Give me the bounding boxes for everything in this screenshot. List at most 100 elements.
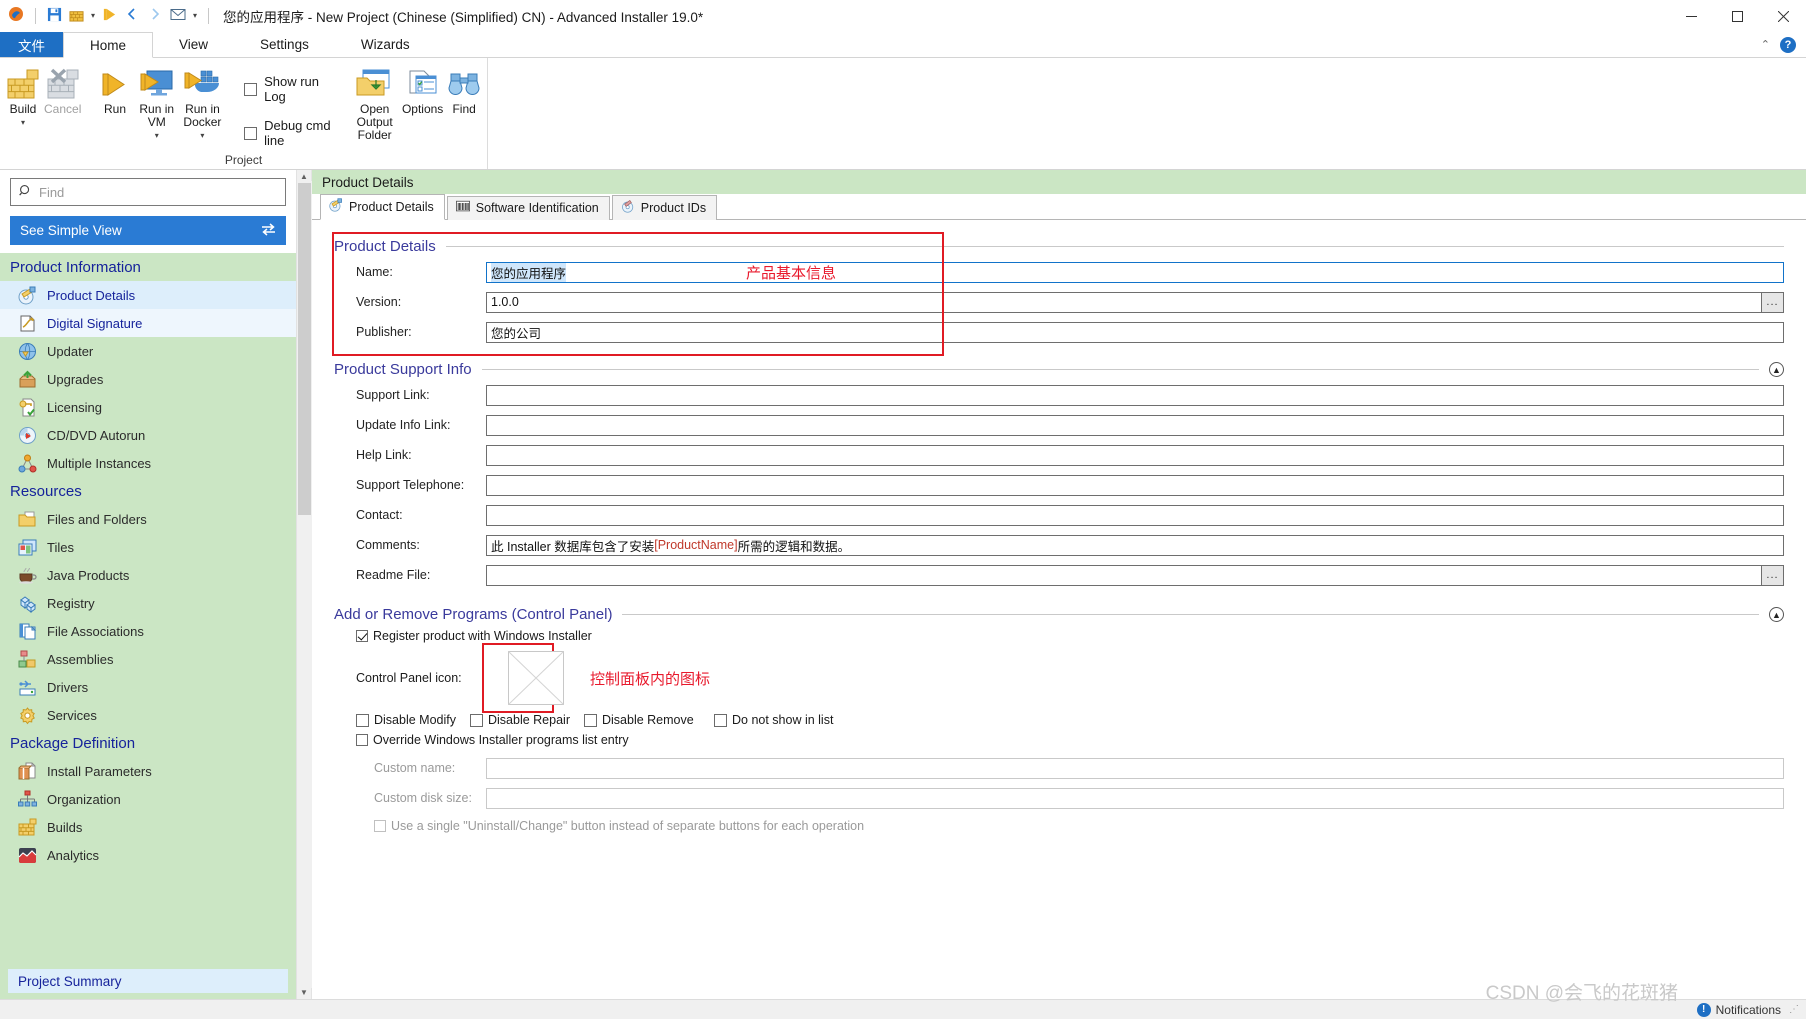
chevron-up-circle-icon[interactable]: ▲ bbox=[1769, 362, 1784, 377]
maximize-button[interactable] bbox=[1714, 0, 1760, 32]
sidebar-item-services[interactable]: Services bbox=[0, 701, 296, 729]
build-button[interactable]: Build ▾ bbox=[4, 64, 42, 131]
single-uninstall-change-checkbox[interactable]: Use a single "Uninstall/Change" button i… bbox=[334, 819, 1784, 833]
override-entry-checkbox[interactable]: Override Windows Installer programs list… bbox=[334, 733, 1784, 747]
navigation-tree[interactable]: Product Information Product Details Digi… bbox=[0, 253, 296, 999]
qat-dropdown-icon[interactable]: ▾ bbox=[193, 11, 197, 20]
build-dropdown-icon[interactable]: ▾ bbox=[91, 11, 95, 20]
forward-icon[interactable] bbox=[147, 6, 163, 25]
show-run-log-checkbox[interactable]: Show run Log bbox=[244, 74, 333, 104]
do-not-show-in-list-checkbox[interactable]: Do not show in list bbox=[714, 713, 833, 727]
back-icon[interactable] bbox=[124, 6, 140, 25]
cancel-button[interactable]: Cancel bbox=[42, 64, 83, 118]
open-output-folder-button[interactable]: Open Output Folder bbox=[349, 64, 400, 144]
chevron-up-circle-icon[interactable]: ▲ bbox=[1769, 607, 1784, 622]
ribbon-tab-home[interactable]: Home bbox=[63, 32, 154, 58]
sidebar-item-drivers[interactable]: Drivers bbox=[0, 673, 296, 701]
sidebar-item-analytics[interactable]: Analytics bbox=[0, 841, 296, 869]
build-dropdown-icon[interactable]: ▾ bbox=[21, 116, 25, 129]
comments-input[interactable]: 此 Installer 数据库包含了安装 [ProductName] 所需的逻辑… bbox=[486, 534, 1784, 556]
close-button[interactable] bbox=[1760, 0, 1806, 32]
version-input[interactable]: 1.0.0 bbox=[486, 291, 1762, 313]
chevron-up-icon[interactable]: ⌃ bbox=[1761, 38, 1770, 51]
ribbon-tab-settings[interactable]: Settings bbox=[234, 32, 335, 57]
panel-tab-strip[interactable]: Product Details Software Identification … bbox=[312, 194, 1806, 220]
options-button[interactable]: Options bbox=[400, 64, 445, 118]
sidebar-item-file-associations[interactable]: File Associations bbox=[0, 617, 296, 645]
checkbox-box bbox=[244, 126, 258, 140]
mail-icon[interactable] bbox=[170, 8, 186, 24]
window-controls[interactable] bbox=[1668, 0, 1806, 32]
see-simple-view-button[interactable]: See Simple View bbox=[10, 216, 286, 245]
sidebar-item-files-and-folders[interactable]: Files and Folders bbox=[0, 505, 296, 533]
contact-input[interactable] bbox=[486, 504, 1784, 526]
sidebar-item-digital-signature[interactable]: Digital Signature bbox=[0, 309, 296, 337]
register-product-checkbox[interactable]: Register product with Windows Installer bbox=[334, 629, 1784, 643]
sidebar-item-tiles[interactable]: Tiles bbox=[0, 533, 296, 561]
save-icon[interactable] bbox=[47, 7, 62, 25]
tab-product-details[interactable]: Product Details bbox=[320, 194, 445, 220]
sidebar-item-upgrades[interactable]: Upgrades bbox=[0, 365, 296, 393]
sidebar-item-java-products[interactable]: Java Products bbox=[0, 561, 296, 589]
control-panel-icon-preview[interactable] bbox=[508, 651, 564, 705]
scrollbar-thumb[interactable] bbox=[297, 183, 311, 515]
scroll-up-arrow-icon[interactable]: ▲ bbox=[300, 172, 308, 181]
disable-remove-checkbox[interactable]: Disable Remove bbox=[584, 713, 714, 727]
ribbon-tab-strip[interactable]: 文件 Home View Settings Wizards ⌃ ? bbox=[0, 32, 1806, 58]
build-icon[interactable] bbox=[69, 7, 84, 25]
sidebar-item-install-parameters[interactable]: Install Parameters bbox=[0, 757, 296, 785]
readme-file-browse-button[interactable]: ... bbox=[1762, 564, 1784, 586]
run-in-vm-button[interactable]: Run in VM ▾ bbox=[134, 64, 180, 144]
sidebar-item-product-details[interactable]: Product Details bbox=[0, 281, 296, 309]
ribbon-tab-view[interactable]: View bbox=[153, 32, 234, 57]
help-link-input[interactable] bbox=[486, 444, 1784, 466]
readme-file-input[interactable] bbox=[486, 564, 1762, 586]
run-button[interactable]: Run bbox=[96, 64, 134, 118]
custom-name-input[interactable] bbox=[486, 757, 1784, 779]
publisher-input[interactable]: 您的公司 bbox=[486, 321, 1784, 343]
ribbon-tab-file[interactable]: 文件 bbox=[0, 32, 63, 57]
sidebar-item-cd-dvd-autorun[interactable]: CD/DVD Autorun bbox=[0, 421, 296, 449]
field-label-publisher: Publisher: bbox=[356, 325, 412, 339]
search-input[interactable]: Find bbox=[10, 178, 286, 206]
help-icon[interactable]: ? bbox=[1780, 36, 1796, 53]
updater-icon bbox=[18, 342, 37, 361]
version-browse-button[interactable]: ... bbox=[1762, 291, 1784, 313]
project-summary-item[interactable]: Project Summary bbox=[8, 969, 288, 993]
support-telephone-input[interactable] bbox=[486, 474, 1784, 496]
nav-group-product-information: Product Information bbox=[10, 259, 141, 276]
sidebar-item-registry[interactable]: Registry bbox=[0, 589, 296, 617]
annotation-control-panel-icon: 控制面板内的图标 bbox=[590, 670, 711, 688]
sidebar-item-builds[interactable]: Builds bbox=[0, 813, 296, 841]
ribbon-tab-wizards[interactable]: Wizards bbox=[335, 32, 436, 57]
disable-repair-checkbox[interactable]: Disable Repair bbox=[470, 713, 584, 727]
sidebar-item-updater[interactable]: Updater bbox=[0, 337, 296, 365]
quick-access-toolbar[interactable]: ▾ ▾ bbox=[0, 6, 213, 25]
debug-cmd-line-checkbox[interactable]: Debug cmd line bbox=[244, 118, 333, 148]
sidebar-item-assemblies[interactable]: Assemblies bbox=[0, 645, 296, 673]
run-in-docker-dropdown-icon[interactable]: ▾ bbox=[200, 129, 204, 142]
drivers-icon bbox=[18, 678, 37, 697]
minimize-button[interactable] bbox=[1668, 0, 1714, 32]
sidebar-item-multiple-instances[interactable]: Multiple Instances bbox=[0, 449, 296, 477]
notifications-button[interactable]: ! Notifications bbox=[1696, 1002, 1781, 1017]
build-label: Build bbox=[9, 102, 37, 116]
find-button[interactable]: Find bbox=[445, 64, 483, 118]
scroll-down-arrow-icon[interactable]: ▼ bbox=[300, 988, 308, 997]
resize-grip-icon[interactable]: ⋰ bbox=[1789, 1004, 1800, 1015]
run-in-docker-button[interactable]: Run in Docker ▾ bbox=[180, 64, 226, 144]
sidebar-item-organization[interactable]: Organization bbox=[0, 785, 296, 813]
section-title-row: Add or Remove Programs (Control Panel) ▲ bbox=[334, 606, 1784, 623]
run-in-vm-dropdown-icon[interactable]: ▾ bbox=[155, 129, 159, 142]
scrollbar-track[interactable] bbox=[296, 181, 312, 988]
support-link-input[interactable] bbox=[486, 384, 1784, 406]
tab-product-ids[interactable]: Product IDs bbox=[611, 195, 718, 220]
name-input[interactable]: 您的应用程序 产品基本信息 bbox=[486, 261, 1784, 283]
disable-modify-checkbox[interactable]: Disable Modify bbox=[356, 713, 470, 727]
tab-software-identification[interactable]: Software Identification bbox=[446, 196, 610, 220]
run-icon[interactable] bbox=[102, 7, 117, 25]
sidebar-item-licensing[interactable]: Licensing bbox=[0, 393, 296, 421]
sidebar-scrollbar[interactable]: ▲ ▼ bbox=[296, 170, 312, 999]
update-info-link-input[interactable] bbox=[486, 414, 1784, 436]
custom-disk-size-input[interactable] bbox=[486, 787, 1784, 809]
